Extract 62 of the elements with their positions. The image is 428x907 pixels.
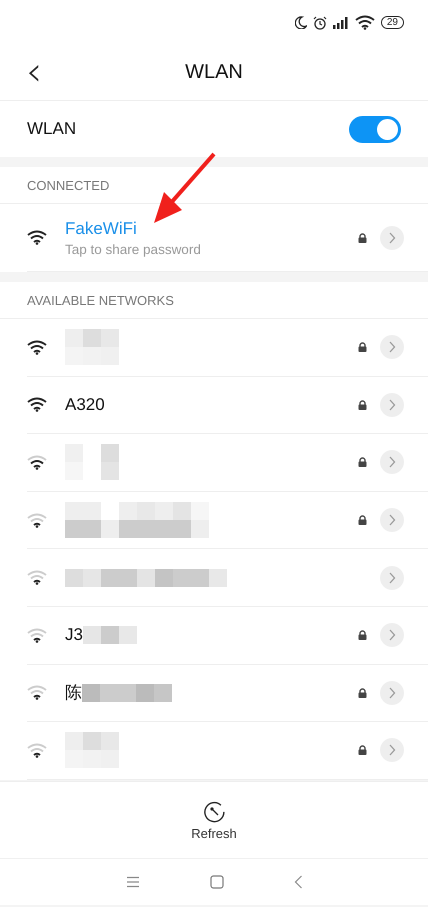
redaction-mosaic (65, 732, 119, 768)
lock-icon (358, 400, 366, 410)
moon-icon (294, 16, 307, 29)
chevron-right-icon (388, 629, 396, 642)
lock-icon (358, 688, 366, 698)
chevron-right-icon (388, 744, 396, 756)
wifi-signal-icon (27, 685, 47, 700)
lock-icon (358, 457, 366, 468)
network-name: 陈 (65, 682, 82, 704)
details-chevron-button[interactable] (380, 623, 404, 648)
details-chevron-button[interactable] (380, 335, 404, 360)
lock-icon (358, 630, 366, 640)
page-title: WLAN (185, 61, 243, 84)
wifi-signal-icon (354, 15, 375, 30)
wifi-signal-icon (27, 397, 47, 412)
wifi-signal-icon (27, 340, 47, 355)
lock-icon (358, 232, 366, 242)
details-chevron-button[interactable] (380, 508, 404, 532)
details-chevron-button[interactable] (380, 566, 404, 590)
chevron-right-icon (388, 572, 396, 584)
chevron-right-icon (388, 232, 396, 244)
wifi-signal-icon (27, 512, 47, 528)
wifi-signal-icon (27, 230, 47, 245)
details-chevron-button[interactable] (380, 738, 404, 762)
chevron-right-icon (388, 686, 396, 699)
network-row[interactable]: A320 (27, 376, 428, 434)
cellular-signal-icon (332, 16, 349, 28)
wifi-signal-icon (27, 454, 47, 470)
wlan-switch[interactable] (349, 116, 401, 142)
chevron-right-icon (388, 514, 396, 526)
home-icon[interactable] (210, 874, 224, 889)
details-chevron-button[interactable] (380, 680, 404, 705)
lock-icon (358, 515, 366, 526)
redaction-mosaic (65, 329, 119, 366)
network-name: A320 (65, 394, 105, 415)
menu-icon[interactable] (126, 876, 140, 888)
wlan-label: WLAN (27, 119, 76, 139)
section-heading: CONNECTED (27, 178, 110, 192)
wifi-signal-icon (27, 628, 47, 643)
network-row[interactable]: 陈 (27, 664, 428, 722)
network-row[interactable]: J3 (27, 606, 428, 665)
lock-icon (358, 342, 366, 352)
network-subtitle: Tap to share password (65, 242, 202, 256)
alarm-icon (312, 16, 327, 30)
network-name: FakeWiFi (65, 218, 137, 238)
section-heading: AVAILABLE NETWORKS (27, 292, 174, 308)
refresh-button[interactable]: Refresh (185, 798, 243, 842)
battery-level: 29 (380, 16, 404, 29)
details-chevron-button[interactable] (380, 226, 404, 250)
chevron-right-icon (388, 341, 396, 354)
lock-icon (358, 745, 366, 756)
network-name: J3 (65, 625, 83, 646)
details-chevron-button[interactable] (380, 392, 404, 417)
redaction-mosaic (65, 444, 119, 480)
wifi-signal-icon (27, 742, 47, 758)
back-button[interactable]: ‹ (20, 55, 48, 89)
details-chevron-button[interactable] (380, 450, 404, 474)
wifi-signal-icon (27, 570, 47, 586)
redaction-mosaic (82, 626, 137, 644)
back-icon[interactable] (294, 874, 302, 889)
chevron-right-icon (388, 456, 396, 468)
chevron-right-icon (388, 398, 396, 411)
